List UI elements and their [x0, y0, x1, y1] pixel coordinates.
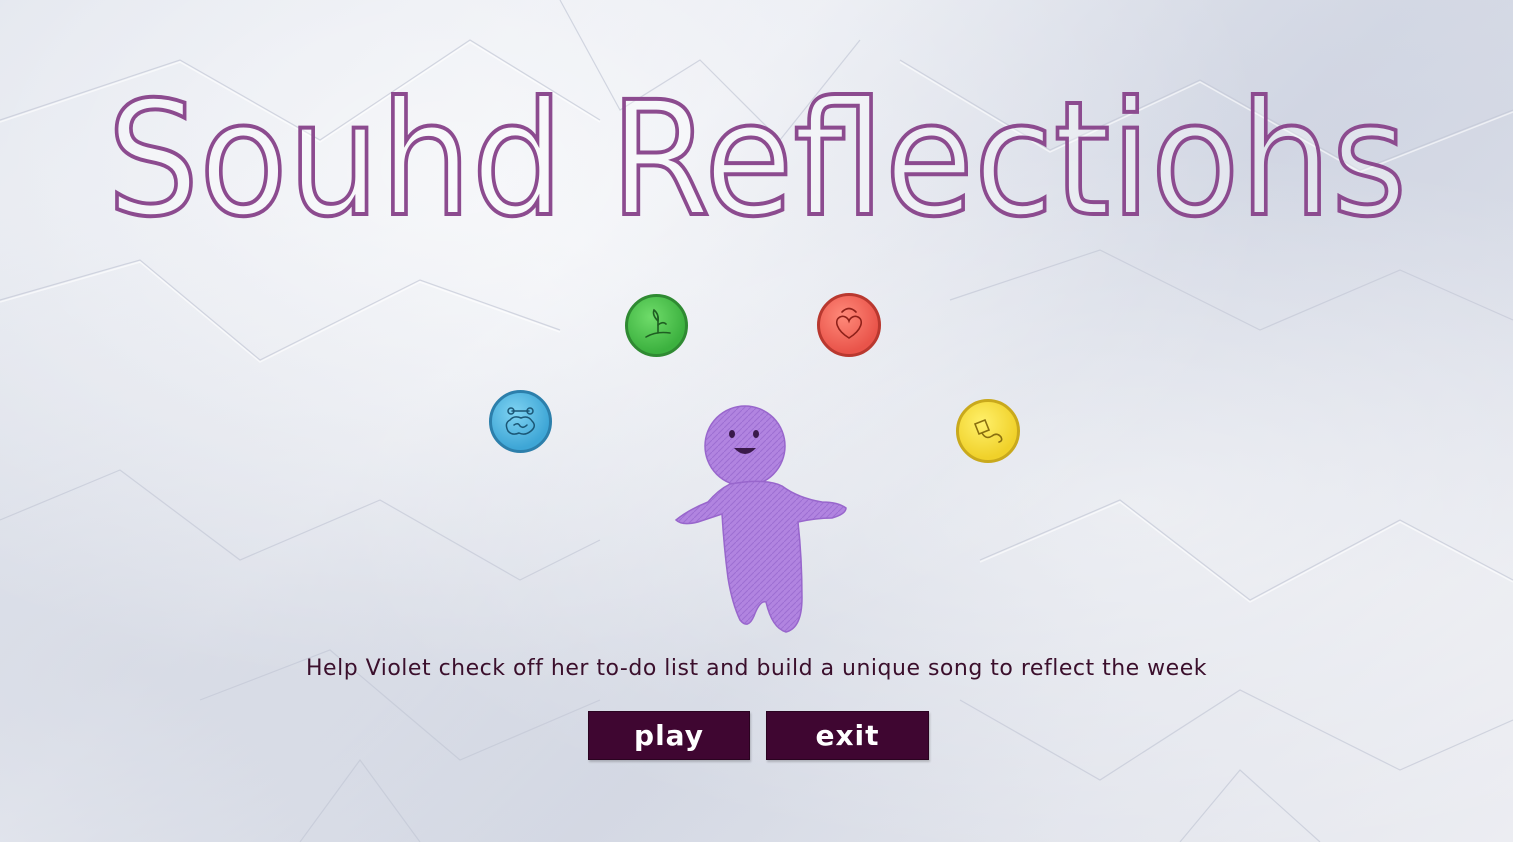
kite-icon	[973, 418, 1003, 443]
violet-body	[674, 405, 847, 633]
play-button[interactable]: play	[588, 711, 750, 760]
green-token	[625, 294, 688, 357]
tagline: Help Violet check off her to-do list and…	[306, 656, 1207, 681]
plant-sprout-icon	[645, 308, 671, 338]
yellow-token	[956, 399, 1020, 463]
brain-dumbbell-icon	[505, 407, 535, 435]
exit-button[interactable]: exit	[766, 711, 929, 760]
blue-token	[489, 390, 552, 453]
game-title: Souhd Reflectiohs Souhd Reflectiohs	[105, 66, 1409, 254]
heart-icon	[835, 307, 863, 339]
red-token	[817, 293, 881, 357]
title-outline: Souhd Reflectiohs	[107, 68, 1407, 252]
violet-character	[674, 405, 847, 633]
